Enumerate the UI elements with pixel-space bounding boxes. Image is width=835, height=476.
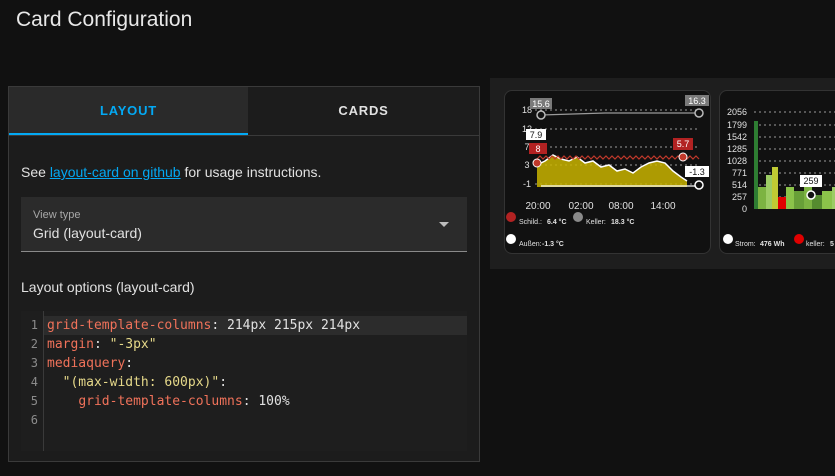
legend-name: Schild.: (519, 219, 542, 226)
code-sep: : (93, 337, 110, 352)
line-number: 3 (30, 356, 38, 370)
card-preview: 18 12 7 3 -1 (490, 78, 835, 269)
legend-value: 5 (830, 241, 834, 248)
x-tick-label: 20:00 (525, 201, 550, 212)
line-number: 4 (30, 375, 38, 389)
legend-value: -1.3 °C (542, 240, 564, 248)
code-key: grid-template-columns (78, 394, 243, 409)
y-tick-label: 1285 (727, 144, 747, 154)
keller-area (537, 155, 687, 187)
legend-value: 6.4 °C (547, 218, 567, 226)
badge-text: 16.3 (688, 96, 706, 106)
energy-graph-card[interactable]: 2056 1799 1542 1285 1028 771 514 257 0 2… (719, 90, 835, 254)
github-link[interactable]: layout-card on github (50, 164, 181, 180)
code-key: margin (47, 337, 94, 352)
temperature-chart: 18 12 7 3 -1 (506, 95, 709, 248)
code-sep: : (125, 356, 134, 371)
y-tick-label: 0 (742, 204, 747, 214)
schild-line (536, 155, 700, 160)
marker (532, 158, 542, 168)
energy-bars (754, 121, 835, 209)
badge-text: 259 (803, 176, 818, 186)
code-key: grid-template-columns (47, 318, 212, 333)
x-tick-label: 14:00 (650, 201, 675, 212)
code-key: mediaquery (47, 356, 126, 371)
marker (694, 108, 704, 118)
page-title: Card Configuration (16, 8, 193, 31)
line-number: 1 (30, 318, 38, 332)
line-number: 6 (30, 413, 38, 427)
badge-text: -1.3 (689, 167, 705, 177)
code-sep: : (219, 375, 228, 390)
tab-cards[interactable]: CARDS (248, 87, 479, 135)
y-tick-label: 1542 (727, 132, 747, 142)
code-sep: : (242, 394, 259, 409)
code-line[interactable]: margin: "-3px" (47, 335, 157, 354)
badge-text: 7.9 (530, 130, 543, 140)
code-value: 100% (258, 394, 290, 409)
badge-text: 8 (535, 144, 540, 154)
x-tick-label: 02:00 (568, 201, 593, 212)
view-type-label: View type (33, 209, 81, 221)
tab-layout[interactable]: LAYOUT (9, 87, 248, 135)
code-value: "-3px" (109, 337, 157, 352)
badge-text: 5.7 (677, 139, 690, 149)
legend-dot-icon (723, 234, 733, 244)
y-tick-label: 1028 (727, 156, 747, 166)
legend-name: keller: (806, 241, 825, 248)
y-tick-label: 3 (524, 160, 529, 170)
y-tick-label: 7 (524, 142, 529, 152)
y-tick-label: 257 (732, 192, 747, 202)
line-number-gutter: 1 2 3 4 5 6 (21, 311, 44, 451)
legend-dot-icon (794, 234, 804, 244)
marker (678, 152, 688, 162)
legend-dot-icon (573, 212, 583, 222)
x-tick-label: 08:00 (608, 201, 633, 212)
legend-name: Außen: (519, 241, 542, 248)
info-prefix: See (21, 164, 50, 180)
max-line (540, 112, 699, 116)
temperature-graph-card[interactable]: 18 12 7 3 -1 (504, 90, 711, 254)
code-value: 214px 215px 214px (227, 318, 361, 333)
usage-info: See layout-card on github for usage inst… (21, 164, 321, 180)
view-type-select[interactable]: View type Grid (layout-card) (21, 197, 467, 252)
marker (806, 190, 816, 200)
code-line[interactable]: mediaquery: (47, 354, 133, 373)
code-line[interactable]: grid-template-columns: 214px 215px 214px (44, 316, 467, 335)
marker (536, 110, 546, 120)
config-panel: LAYOUT CARDS See layout-card on github f… (8, 86, 480, 462)
view-type-value: Grid (layout-card) (33, 225, 142, 241)
code-line[interactable]: grid-template-columns: 100% (47, 392, 290, 411)
legend-value: 476 Wh (760, 241, 785, 248)
y-tick-label: -1 (523, 179, 531, 189)
legend-value: 18.3 °C (611, 218, 634, 226)
legend-name: Keller: (586, 219, 606, 226)
dropdown-arrow-icon[interactable] (439, 222, 449, 227)
y-tick-label: 1799 (727, 120, 747, 130)
code-key: "(max-width: 600px)" (62, 375, 220, 390)
legend-name: Strom: (735, 241, 756, 248)
y-tick-label: 2056 (727, 107, 747, 117)
line-number: 5 (30, 394, 38, 408)
y-tick-label: 771 (732, 168, 747, 178)
layout-options-title: Layout options (layout-card) (21, 279, 195, 295)
marker (694, 180, 704, 190)
line-number: 2 (30, 337, 38, 351)
legend-dot-icon (506, 234, 516, 244)
energy-chart: 2056 1799 1542 1285 1028 771 514 257 0 2… (723, 107, 835, 248)
code-editor[interactable]: 1 2 3 4 5 6 grid-template-columns: 214px… (21, 311, 467, 451)
code-line[interactable]: "(max-width: 600px)": (47, 373, 227, 392)
y-tick-label: 514 (732, 180, 747, 190)
legend-dot-icon (506, 212, 516, 222)
info-suffix: for usage instructions. (180, 164, 322, 180)
tab-bar: LAYOUT CARDS (9, 87, 479, 136)
code-sep: : (211, 318, 228, 333)
badge-text: 15.6 (532, 99, 550, 109)
